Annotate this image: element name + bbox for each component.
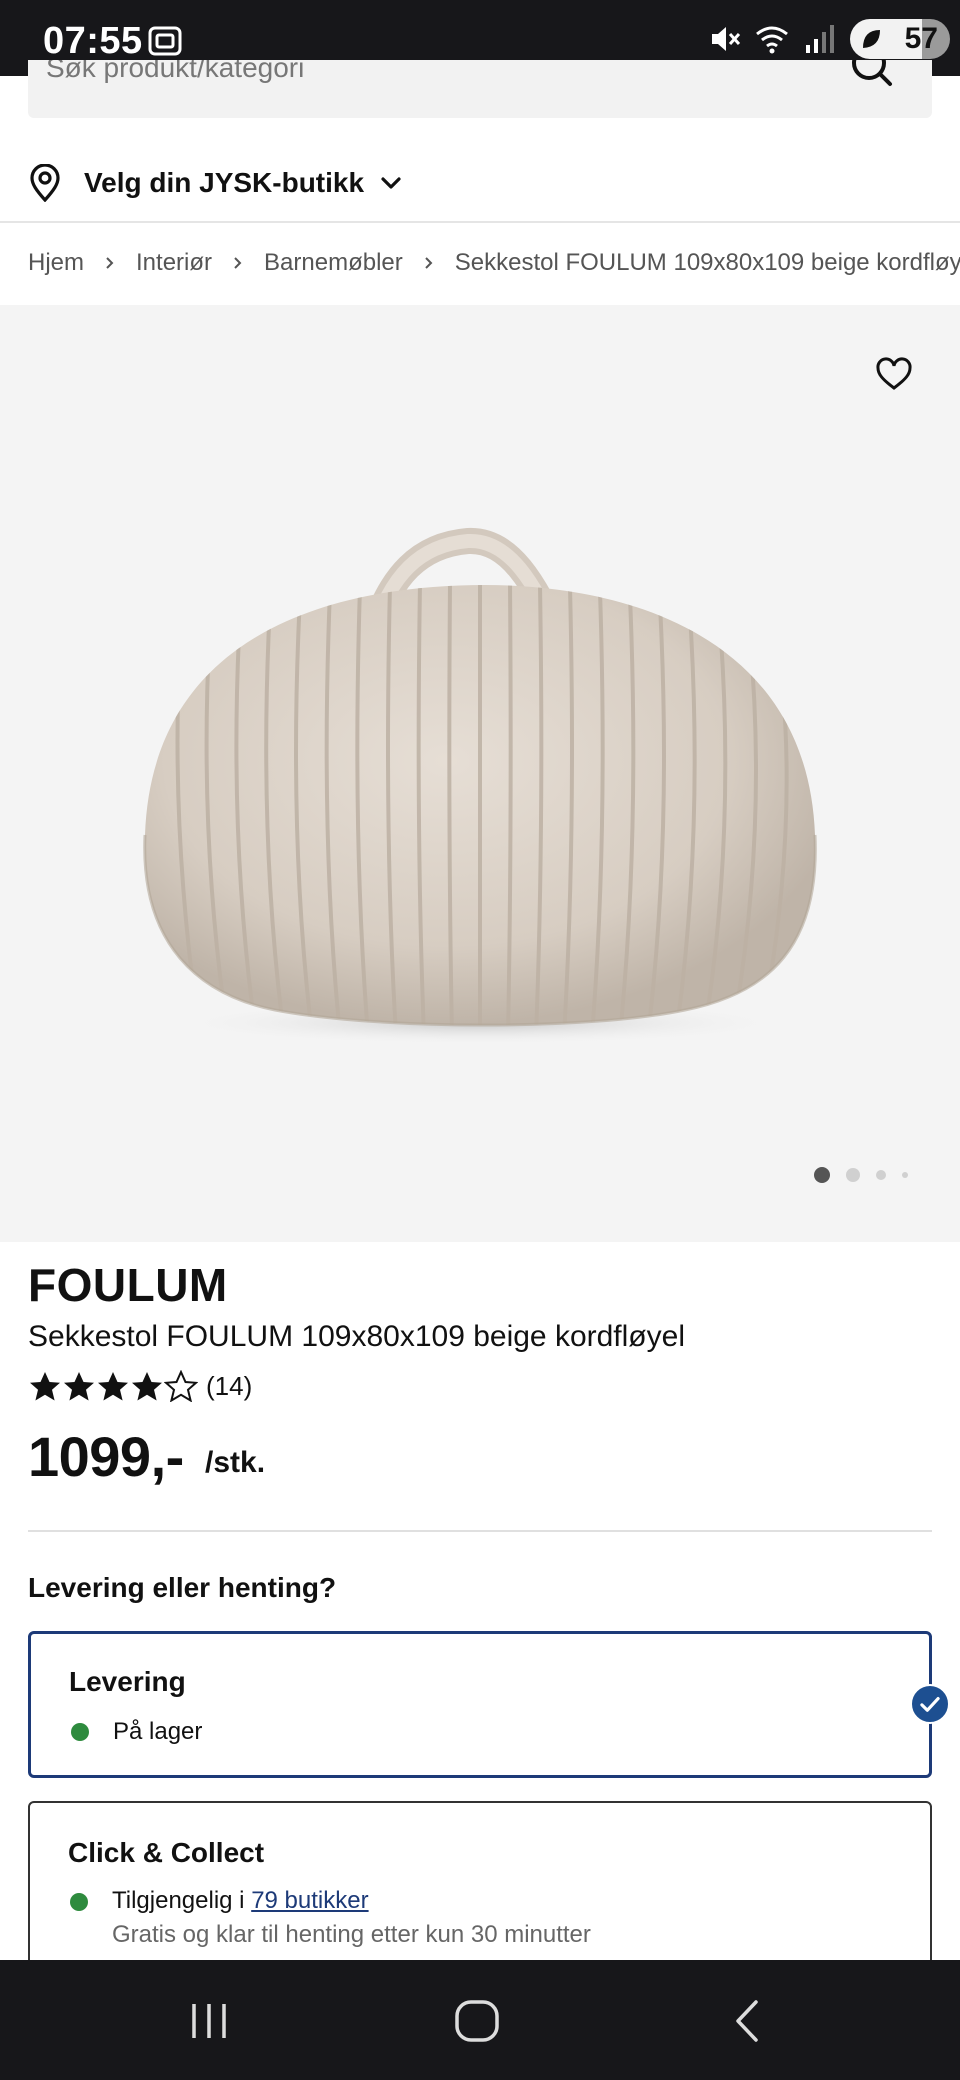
store-selector-label: Velg din JYSK-butikk <box>84 167 365 198</box>
star-filled-icon <box>30 1372 60 1401</box>
delivery-title: Levering <box>69 1666 186 1697</box>
star-filled-icon <box>98 1372 128 1401</box>
home-icon[interactable] <box>452 1998 502 2044</box>
gallery-dot[interactable] <box>902 1172 908 1178</box>
location-pin-icon <box>30 164 60 202</box>
collect-title: Click & Collect <box>68 1837 265 1868</box>
divider <box>0 221 960 223</box>
star-filled-icon <box>132 1372 162 1401</box>
product-name: Sekkestol FOULUM 109x80x109 beige kordfl… <box>28 1320 685 1353</box>
in-stock-dot <box>71 1723 89 1741</box>
battery-icon: 57 <box>850 19 950 59</box>
signal-icon <box>806 25 834 53</box>
mute-icon <box>712 27 741 51</box>
review-count[interactable]: (14) <box>206 1371 252 1402</box>
heart-icon[interactable] <box>876 357 912 391</box>
collect-availability-prefix: Tilgjengelig i <box>112 1887 252 1914</box>
collect-subtext: Gratis og klar til henting etter kun 30 … <box>112 1921 591 1948</box>
chevron-right-icon <box>234 257 242 269</box>
collect-availability: Tilgjengelig i 79 butikker <box>112 1887 369 1915</box>
chevron-down-icon <box>381 177 401 189</box>
checkmark-icon <box>910 1684 950 1724</box>
battery-level: 57 <box>904 22 938 55</box>
status-time: 07:55 <box>43 20 143 62</box>
store-selector[interactable]: Velg din JYSK-butikk <box>28 158 404 208</box>
gallery-dot[interactable] <box>846 1168 860 1182</box>
product-price: 1099,- <box>28 1425 184 1488</box>
breadcrumb-item-home[interactable]: Hjem <box>28 249 84 277</box>
star-empty-icon <box>164 1370 198 1402</box>
stores-link[interactable]: 79 butikker <box>251 1887 368 1914</box>
fulfillment-heading: Levering eller henting? <box>28 1572 337 1603</box>
back-icon[interactable] <box>722 1998 772 2044</box>
breadcrumb: Hjem Interiør Barnemøbler Sekkestol FOUL… <box>28 246 960 280</box>
available-dot <box>70 1893 88 1911</box>
delivery-status: På lager <box>113 1718 203 1745</box>
divider <box>28 1530 932 1532</box>
chevron-right-icon <box>425 257 433 269</box>
delivery-option[interactable]: Levering På lager <box>28 1631 932 1778</box>
search-placeholder: Søk produkt/kategori <box>46 60 305 83</box>
system-nav-bar <box>0 1960 960 2080</box>
star-filled-icon <box>64 1372 94 1401</box>
breadcrumb-item-current: Sekkestol FOULUM 109x80x109 beige kordfl… <box>454 249 960 276</box>
gallery-dot[interactable] <box>814 1167 830 1183</box>
chevron-right-icon <box>106 257 114 269</box>
product-brand: FOULUM <box>28 1259 228 1311</box>
screenshot-icon <box>148 26 182 56</box>
price-unit: /stk. <box>205 1446 266 1479</box>
breadcrumb-item-kids-furniture[interactable]: Barnemøbler <box>264 249 403 277</box>
product-gallery[interactable] <box>0 305 960 1242</box>
gallery-pagination[interactable] <box>814 1167 908 1183</box>
gallery-dot[interactable] <box>876 1170 886 1180</box>
product-rating[interactable]: (14) <box>28 1370 252 1402</box>
wifi-icon <box>756 26 788 54</box>
search-icon[interactable] <box>850 60 894 88</box>
recent-apps-icon[interactable] <box>184 1998 234 2044</box>
product-image <box>143 528 817 1045</box>
search-input[interactable]: Søk produkt/kategori <box>28 60 932 118</box>
breadcrumb-item-interior[interactable]: Interiør <box>136 249 212 277</box>
rating-stars <box>28 1370 198 1402</box>
